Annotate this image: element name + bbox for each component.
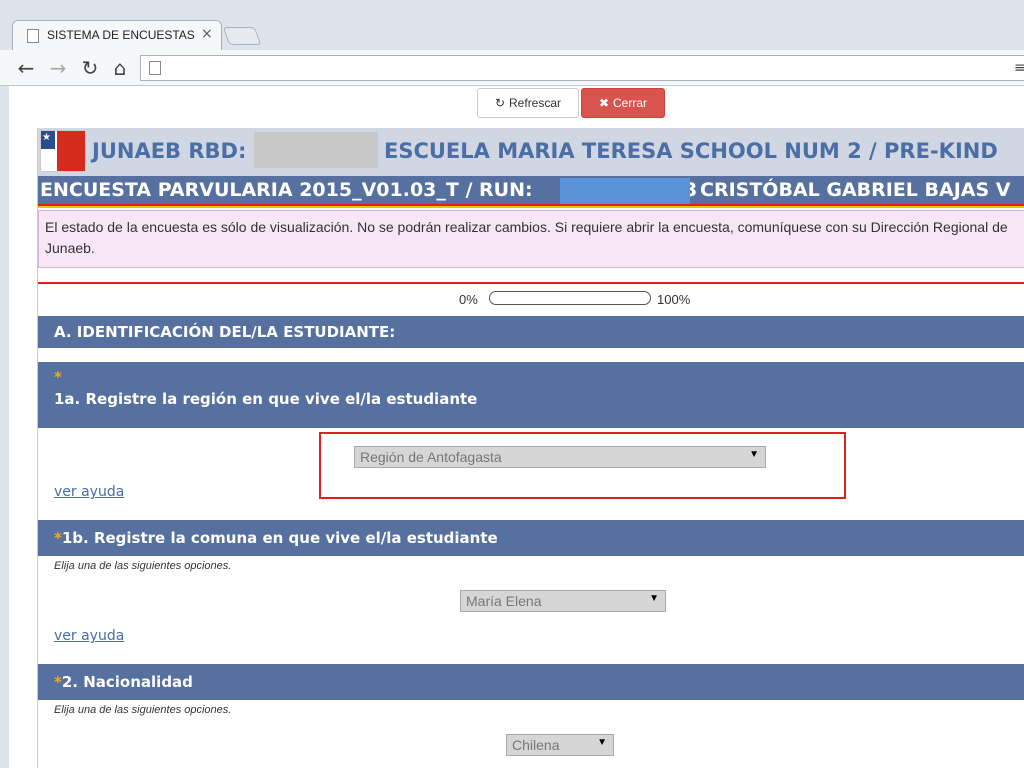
page-viewport: ↻ Refrescar ✖ Cerrar ★ JUNAEB RBD: ESCUE… — [0, 86, 1024, 768]
comuna-select[interactable]: María Elena ▼ — [460, 590, 666, 612]
comuna-select-value: María Elena — [466, 593, 542, 609]
browser-tabstrip: SISTEMA DE ENCUESTAS - × — [0, 0, 1024, 50]
progress-start-label: 0% — [459, 292, 478, 307]
survey-form: ★ JUNAEB RBD: ESCUELA MARIA TERESA SCHOO… — [37, 128, 1024, 768]
school-name: ESCUELA MARIA TERESA SCHOOL NUM 2 / PRE-… — [384, 139, 998, 163]
refresh-icon: ↻ — [494, 96, 506, 110]
question-1b-text: 1b. Registre la comuna en que vive el/la… — [61, 529, 498, 547]
home-icon[interactable]: ⌂ — [108, 56, 132, 80]
back-arrow-icon[interactable]: ← — [14, 56, 38, 80]
section-title: A. IDENTIFICACIÓN DEL/LA ESTUDIANTE: — [54, 323, 396, 341]
survey-label: ENCUESTA PARVULARIA 2015_V01.03_T / RUN: — [40, 179, 533, 201]
question-2-text: 2. Nacionalidad — [61, 673, 193, 691]
survey-header: ENCUESTA PARVULARIA 2015_V01.03_T / RUN:… — [38, 176, 1024, 206]
annotation-box-region — [319, 432, 846, 499]
action-bar: ↻ Refrescar ✖ Cerrar — [477, 88, 665, 118]
refresh-label: Refrescar — [509, 96, 562, 110]
question-2-label: *2. Nacionalidad — [54, 673, 193, 691]
refresh-button[interactable]: ↻ Refrescar — [477, 88, 579, 118]
browser-toolbar: ← → ↻ ⌂ ≡ — [0, 50, 1024, 86]
help-link-1a[interactable]: ver ayuda — [54, 484, 124, 500]
reload-icon[interactable]: ↻ — [78, 56, 102, 80]
question-2-header: *2. Nacionalidad — [38, 664, 1024, 700]
new-tab-button[interactable] — [222, 27, 262, 45]
redacted-run — [560, 178, 690, 204]
progress-bar — [489, 291, 651, 305]
required-asterisk: * — [54, 529, 62, 547]
question-1a-header: * 1a. Registre la región en que vive el/… — [38, 362, 1024, 428]
close-button[interactable]: ✖ Cerrar — [581, 88, 665, 118]
question-1b-header: *1b. Registre la comuna en que vive el/l… — [38, 520, 1024, 556]
browser-tab[interactable]: SISTEMA DE ENCUESTAS - × — [12, 20, 222, 50]
nationality-select-value: Chilena — [512, 737, 560, 753]
section-header: A. IDENTIFICACIÓN DEL/LA ESTUDIANTE: — [38, 316, 1024, 348]
question-2-hint: Elija una de las siguientes opciones. — [54, 704, 232, 716]
question-1b-label: *1b. Registre la comuna en que vive el/l… — [54, 529, 498, 547]
tab-title: SISTEMA DE ENCUESTAS - — [47, 28, 195, 42]
help-link-1b[interactable]: ver ayuda — [54, 628, 124, 644]
school-header: ★ JUNAEB RBD: ESCUELA MARIA TERESA SCHOO… — [38, 128, 1024, 176]
page-icon — [27, 29, 39, 43]
question-1a-label: 1a. Registre la región en que vive el/la… — [54, 390, 478, 408]
dropdown-arrow-icon: ▼ — [597, 737, 607, 748]
progress-area: 0% 100% — [38, 288, 1024, 308]
close-tab-icon[interactable]: × — [201, 26, 213, 42]
rbd-label: JUNAEB RBD: — [92, 139, 247, 163]
page-icon — [149, 61, 161, 75]
address-bar[interactable] — [140, 55, 1024, 81]
question-1b-hint: Elija una de las siguientes opciones. — [54, 560, 232, 572]
menu-icon[interactable]: ≡ — [1014, 60, 1024, 76]
forward-arrow-icon[interactable]: → — [46, 56, 70, 80]
dropdown-arrow-icon: ▼ — [649, 593, 659, 604]
close-icon: ✖ — [598, 96, 610, 110]
nationality-select[interactable]: Chilena ▼ — [506, 734, 614, 756]
close-label: Cerrar — [613, 96, 648, 110]
progress-end-label: 100% — [657, 292, 691, 307]
junaeb-logo: ★ — [40, 130, 86, 172]
student-name: CRISTÓBAL GABRIEL BAJAS V — [700, 179, 1011, 201]
annotation-box-notice — [38, 204, 1024, 284]
required-asterisk: * — [54, 673, 62, 691]
redacted-rbd — [254, 132, 378, 168]
required-asterisk: * — [54, 368, 62, 386]
